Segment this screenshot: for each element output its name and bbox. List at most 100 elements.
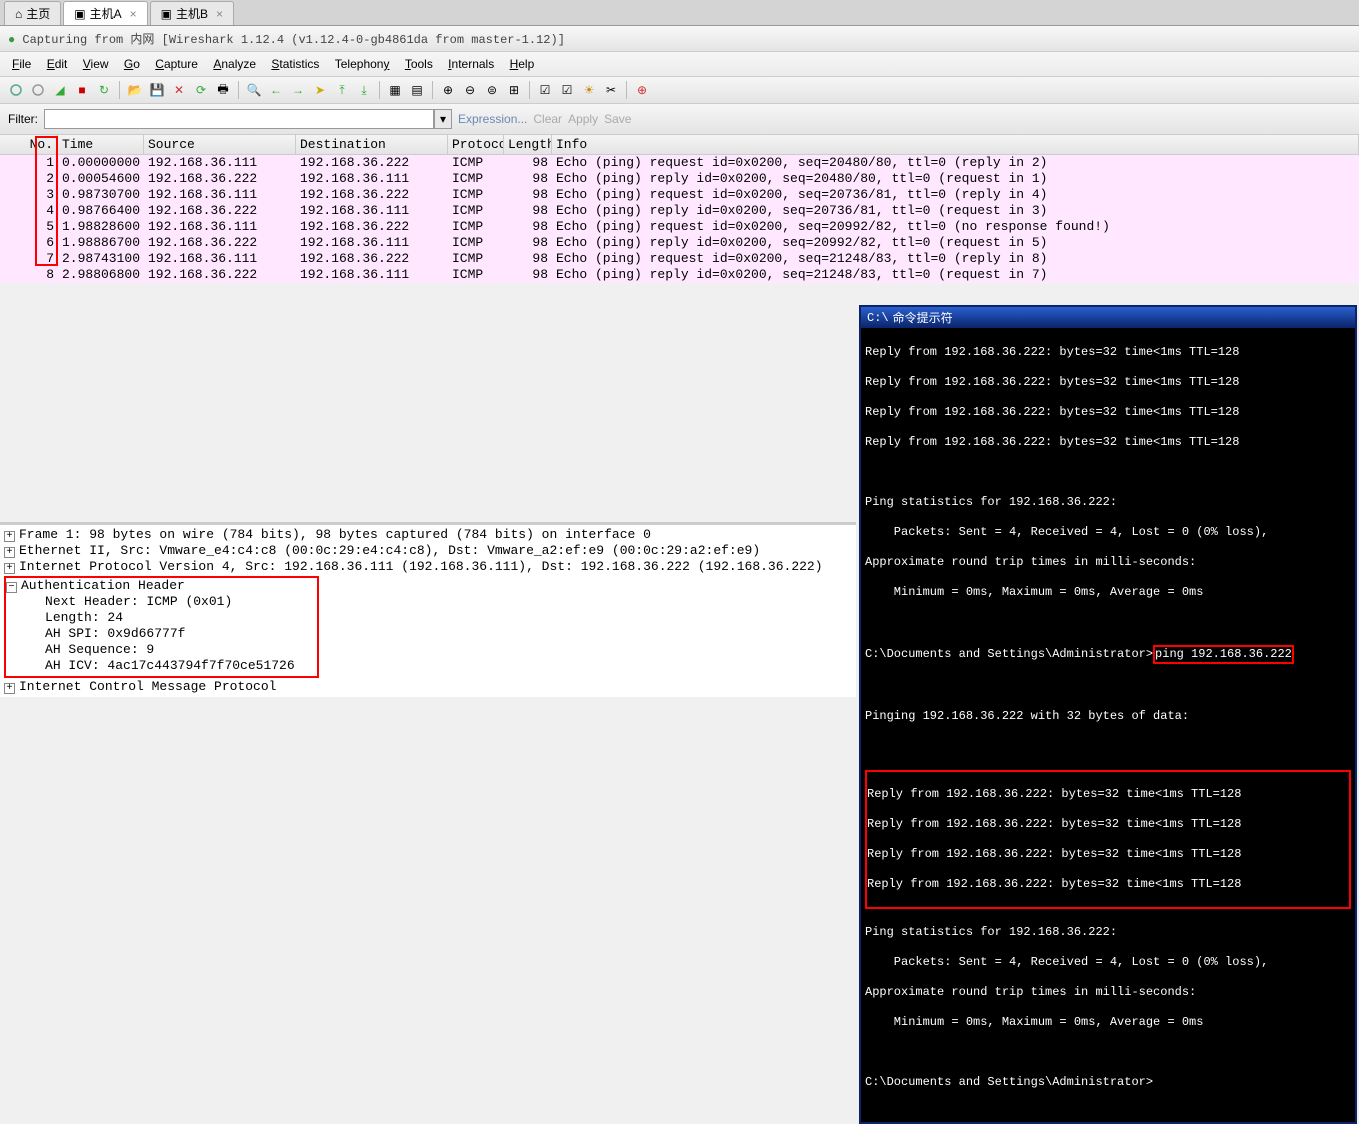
resize-cols-icon[interactable]: ⊞: [504, 80, 524, 100]
filter-input[interactable]: [44, 109, 434, 129]
forward-icon[interactable]: →: [288, 80, 308, 100]
col-source[interactable]: Source: [144, 135, 296, 154]
cmd-line: Reply from 192.168.36.222: bytes=32 time…: [867, 817, 1349, 832]
cell-dst: 192.168.36.111: [296, 235, 448, 251]
colorize-icon[interactable]: ▦: [385, 80, 405, 100]
cmd-line: Approximate round trip times in milli-se…: [865, 985, 1351, 1000]
zoom100-icon[interactable]: ⊜: [482, 80, 502, 100]
find-icon[interactable]: 🔍: [244, 80, 264, 100]
open-icon[interactable]: 📂: [125, 80, 145, 100]
cell-src: 192.168.36.111: [144, 155, 296, 171]
menu-telephony[interactable]: Telephony: [329, 55, 396, 73]
separator: [379, 81, 380, 99]
cmd-line: Minimum = 0ms, Maximum = 0ms, Average = …: [865, 1015, 1351, 1030]
back-icon[interactable]: ←: [266, 80, 286, 100]
tree-eth[interactable]: +Ethernet II, Src: Vmware_e4:c4:c8 (00:0…: [4, 543, 852, 559]
cmd-prompt-line: C:\Documents and Settings\Administrator>: [865, 1075, 1351, 1090]
tree-ip[interactable]: +Internet Protocol Version 4, Src: 192.1…: [4, 559, 852, 575]
interfaces-icon[interactable]: [6, 80, 26, 100]
apply-link[interactable]: Apply: [568, 112, 598, 126]
menu-help[interactable]: Help: [504, 55, 541, 73]
ah-next[interactable]: Next Header: ICMP (0x01): [6, 594, 317, 610]
close-icon[interactable]: ×: [216, 7, 223, 21]
tree-icmp[interactable]: +Internet Control Message Protocol: [4, 679, 852, 695]
collapse-icon[interactable]: −: [6, 582, 17, 593]
menu-edit[interactable]: Edit: [41, 55, 74, 73]
menu-file[interactable]: File: [6, 55, 37, 73]
zoomout-icon[interactable]: ⊖: [460, 80, 480, 100]
reload-icon[interactable]: ⟳: [191, 80, 211, 100]
cell-len: 98: [504, 155, 552, 171]
menu-view[interactable]: View: [77, 55, 115, 73]
cell-no: 3: [0, 187, 58, 203]
close-file-icon[interactable]: ✕: [169, 80, 189, 100]
autoscroll-icon[interactable]: ▤: [407, 80, 427, 100]
cell-dst: 192.168.36.222: [296, 155, 448, 171]
jump-icon[interactable]: ➤: [310, 80, 330, 100]
tab-hostb-label: 主机B: [176, 5, 208, 22]
cmd-prompt: C:\Documents and Settings\Administrator>: [865, 1075, 1153, 1089]
expand-icon[interactable]: +: [4, 531, 15, 542]
cmd-line: Reply from 192.168.36.222: bytes=32 time…: [867, 877, 1349, 892]
help-icon[interactable]: ⊕: [632, 80, 652, 100]
separator: [119, 81, 120, 99]
tab-host-b[interactable]: ▣ 主机B ×: [150, 1, 234, 25]
save-icon[interactable]: 💾: [147, 80, 167, 100]
coloring-rules-icon[interactable]: ☀: [579, 80, 599, 100]
expression-link[interactable]: Expression...: [458, 112, 527, 126]
prefs-icon[interactable]: ✂: [601, 80, 621, 100]
cmd-body[interactable]: Reply from 192.168.36.222: bytes=32 time…: [861, 328, 1355, 1122]
options-icon[interactable]: [28, 80, 48, 100]
packet-row[interactable]: 82.98806800192.168.36.222192.168.36.111I…: [0, 267, 1359, 283]
ah-spi[interactable]: AH SPI: 0x9d66777f: [6, 626, 317, 642]
cmd-line: Approximate round trip times in milli-se…: [865, 555, 1351, 570]
packet-row[interactable]: 30.98730700192.168.36.111192.168.36.222I…: [0, 187, 1359, 203]
cell-dst: 192.168.36.222: [296, 251, 448, 267]
packet-row[interactable]: 20.00054600192.168.36.222192.168.36.111I…: [0, 171, 1359, 187]
menu-analyze[interactable]: Analyze: [207, 55, 262, 73]
expand-icon[interactable]: +: [4, 547, 15, 558]
capture-filters-icon[interactable]: ☑: [535, 80, 555, 100]
col-time[interactable]: Time: [58, 135, 144, 154]
col-dest[interactable]: Destination: [296, 135, 448, 154]
ah-icv[interactable]: AH ICV: 4ac17c443794f7f70ce51726: [6, 658, 317, 674]
last-icon[interactable]: ⤓: [354, 80, 374, 100]
first-icon[interactable]: ⤒: [332, 80, 352, 100]
packet-row[interactable]: 72.98743100192.168.36.111192.168.36.222I…: [0, 251, 1359, 267]
col-proto[interactable]: Protocol: [448, 135, 504, 154]
menu-internals[interactable]: Internals: [442, 55, 500, 73]
packet-row[interactable]: 61.98886700192.168.36.222192.168.36.111I…: [0, 235, 1359, 251]
cmd-titlebar[interactable]: C:\ 命令提示符: [861, 307, 1355, 328]
zoomin-icon[interactable]: ⊕: [438, 80, 458, 100]
close-icon[interactable]: ×: [130, 7, 137, 21]
start-icon[interactable]: ◢: [50, 80, 70, 100]
tab-home[interactable]: ⌂ 主页: [4, 1, 61, 25]
packet-row[interactable]: 51.98828600192.168.36.111192.168.36.222I…: [0, 219, 1359, 235]
tab-host-a[interactable]: ▣ 主机A ×: [63, 1, 147, 25]
packet-row[interactable]: 10.00000000192.168.36.111192.168.36.222I…: [0, 155, 1359, 171]
tree-ah[interactable]: −Authentication Header: [6, 578, 317, 594]
expand-icon[interactable]: +: [4, 563, 15, 574]
packet-row[interactable]: 40.98766400192.168.36.222192.168.36.111I…: [0, 203, 1359, 219]
menu-capture[interactable]: Capture: [149, 55, 204, 73]
tree-frame[interactable]: +Frame 1: 98 bytes on wire (784 bits), 9…: [4, 527, 852, 543]
cmd-line: Reply from 192.168.36.222: bytes=32 time…: [865, 345, 1351, 360]
menu-statistics[interactable]: Statistics: [265, 55, 325, 73]
ah-seq[interactable]: AH Sequence: 9: [6, 642, 317, 658]
restart-icon[interactable]: ↻: [94, 80, 114, 100]
cmd-line: Reply from 192.168.36.222: bytes=32 time…: [865, 375, 1351, 390]
filter-dropdown[interactable]: ▾: [434, 109, 452, 129]
menu-go[interactable]: Go: [118, 55, 146, 73]
col-length[interactable]: Length: [504, 135, 552, 154]
stop-icon[interactable]: ■: [72, 80, 92, 100]
clear-link[interactable]: Clear: [533, 112, 562, 126]
col-info[interactable]: Info: [552, 135, 1359, 154]
display-filters-icon[interactable]: ☑: [557, 80, 577, 100]
save-link[interactable]: Save: [604, 112, 631, 126]
menu-tools[interactable]: Tools: [399, 55, 439, 73]
expand-icon[interactable]: +: [4, 683, 15, 694]
ah-len[interactable]: Length: 24: [6, 610, 317, 626]
col-no[interactable]: No.: [0, 135, 58, 154]
print-icon[interactable]: 🖶: [213, 80, 233, 100]
cmd-icon: C:\: [867, 311, 889, 325]
